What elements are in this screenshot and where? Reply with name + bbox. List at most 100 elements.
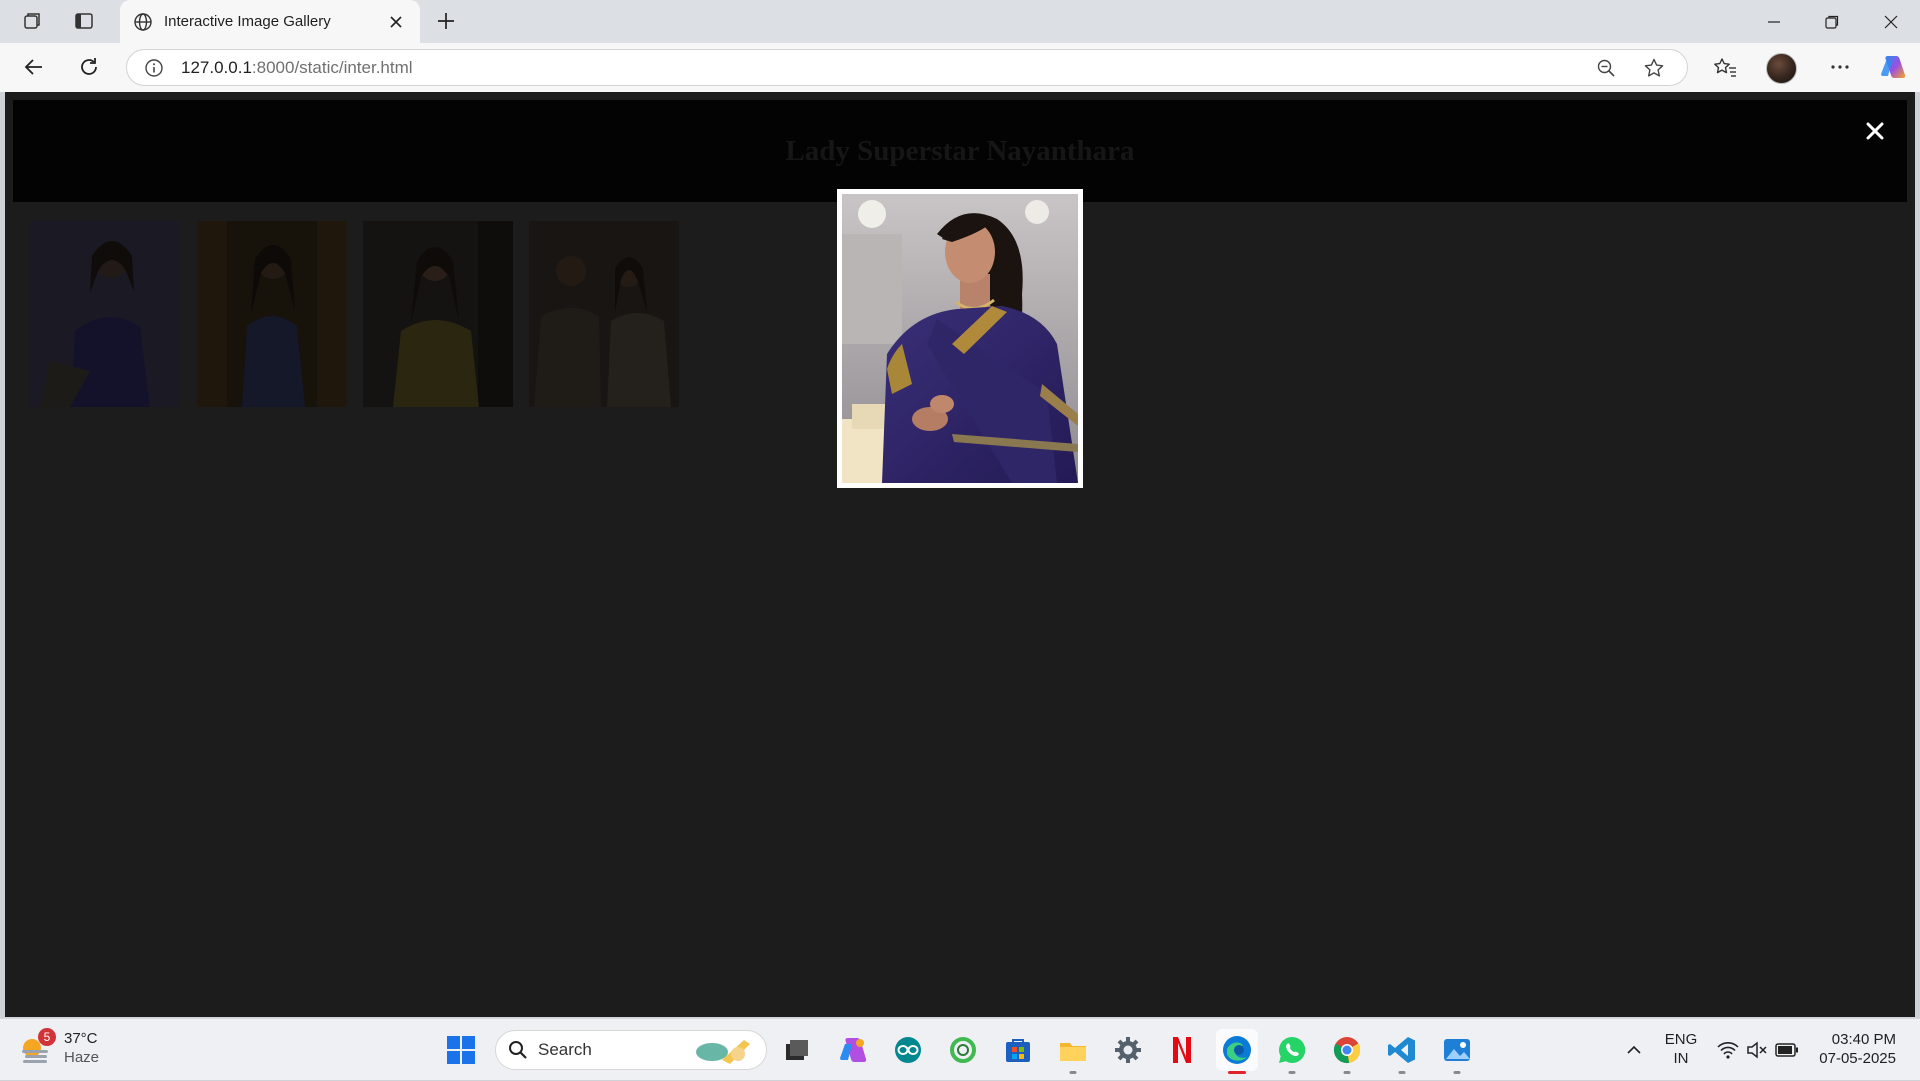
weather-widget[interactable]: 5 37°C Haze xyxy=(18,1028,100,1067)
volume-muted-icon xyxy=(1747,1041,1767,1059)
windows-taskbar: 5 37°C Haze Search ENG IN 03:40 PM 07-05… xyxy=(0,1018,1920,1080)
taskbar-file-explorer[interactable] xyxy=(1052,1029,1094,1074)
page-viewport: Lady Superstar Nayanthara xyxy=(5,92,1915,1017)
running-indicator xyxy=(1069,1071,1077,1074)
tab-close-button[interactable] xyxy=(384,10,408,34)
taskbar-copilot[interactable] xyxy=(832,1029,874,1071)
zoom-out-button[interactable] xyxy=(1589,53,1623,83)
refresh-button[interactable] xyxy=(71,50,107,84)
favorite-star-button[interactable] xyxy=(1637,53,1671,83)
search-highlight-icon xyxy=(696,1040,750,1064)
whatsapp-icon xyxy=(1279,1036,1306,1063)
star-icon xyxy=(1644,58,1664,77)
taskbar-whatsapp[interactable] xyxy=(1271,1029,1313,1074)
wifi-icon xyxy=(1717,1042,1739,1059)
show-hidden-icons-button[interactable] xyxy=(1618,1019,1650,1081)
lightbox-image-frame xyxy=(837,189,1083,488)
restore-button[interactable] xyxy=(1803,0,1861,43)
start-button[interactable] xyxy=(440,1029,482,1071)
running-indicator xyxy=(1288,1071,1296,1074)
new-tab-button[interactable] xyxy=(430,6,462,36)
url-text[interactable]: 127.0.0.1:8000/static/inter.html xyxy=(181,58,1575,78)
plus-icon xyxy=(438,13,454,29)
store-icon xyxy=(1006,1039,1030,1062)
more-icon xyxy=(1831,65,1849,69)
gallery-thumbnail-3[interactable] xyxy=(363,221,513,407)
weather-badge: 5 xyxy=(38,1028,56,1046)
settings-icon xyxy=(1115,1037,1141,1063)
tab-actions-icon xyxy=(75,13,93,29)
weather-temperature: 37°C xyxy=(64,1030,98,1047)
battery-status[interactable] xyxy=(1772,1019,1802,1081)
taskbar-photos[interactable] xyxy=(1436,1029,1478,1074)
ring-icon xyxy=(950,1037,976,1063)
volume-status[interactable] xyxy=(1743,1019,1771,1081)
lightbox-close-button[interactable] xyxy=(1858,114,1892,148)
search-icon xyxy=(509,1041,527,1059)
tab-title: Interactive Image Gallery xyxy=(164,13,331,30)
system-clock[interactable]: 03:40 PM 07-05-2025 xyxy=(1810,1030,1896,1068)
taskbar-search[interactable]: Search xyxy=(495,1030,767,1070)
address-bar[interactable]: 127.0.0.1:8000/static/inter.html xyxy=(126,49,1688,86)
files-icon xyxy=(1060,1043,1086,1061)
zoom-out-icon xyxy=(1597,59,1615,77)
vscode-icon xyxy=(1388,1037,1415,1063)
favorites-icon xyxy=(1714,58,1736,77)
taskbar-edge[interactable] xyxy=(1216,1029,1258,1074)
photos-icon xyxy=(1444,1039,1470,1061)
copilot-icon xyxy=(840,1038,867,1062)
taskbar-app-ring[interactable] xyxy=(942,1029,984,1071)
wifi-status[interactable] xyxy=(1714,1019,1742,1081)
windows-start-icon xyxy=(447,1036,475,1064)
globe-icon xyxy=(132,11,154,33)
copilot-icon xyxy=(1881,56,1906,78)
back-button[interactable] xyxy=(16,50,52,84)
taskbar-chrome[interactable] xyxy=(1326,1029,1368,1074)
url-path: :8000/static/inter.html xyxy=(251,57,413,77)
favorites-button[interactable] xyxy=(1707,50,1743,84)
chevron-up-icon xyxy=(1627,1045,1641,1054)
running-indicator xyxy=(1343,1071,1351,1074)
chrome-icon xyxy=(1333,1037,1361,1064)
minimize-button[interactable] xyxy=(1745,0,1803,43)
language-code: ENG xyxy=(1664,1031,1698,1048)
taskbar-task-view[interactable] xyxy=(776,1029,818,1071)
taskbar-settings[interactable] xyxy=(1107,1029,1149,1071)
battery-icon xyxy=(1775,1043,1798,1057)
more-button[interactable] xyxy=(1822,50,1858,84)
weather-icon: 5 xyxy=(18,1028,56,1066)
language-indicator[interactable]: ENG IN xyxy=(1660,1030,1702,1068)
gallery-thumbnail-4[interactable] xyxy=(529,221,679,407)
tab-actions-button[interactable] xyxy=(67,6,101,36)
search-label: Search xyxy=(538,1040,592,1059)
gallery-thumbnail-1[interactable] xyxy=(30,221,180,407)
active-tab[interactable]: Interactive Image Gallery xyxy=(120,0,420,43)
arduino-icon xyxy=(895,1037,921,1063)
taskbar-vscode[interactable] xyxy=(1381,1029,1423,1074)
running-indicator xyxy=(1398,1071,1406,1074)
refresh-icon xyxy=(81,58,97,75)
minimize-icon xyxy=(1768,20,1780,23)
running-indicator xyxy=(1453,1071,1461,1074)
profile-avatar[interactable] xyxy=(1766,53,1797,84)
back-icon xyxy=(24,59,42,75)
edge-icon xyxy=(1223,1036,1251,1064)
info-icon[interactable] xyxy=(143,57,165,79)
netflix-icon xyxy=(1173,1037,1191,1063)
taskbar-store[interactable] xyxy=(997,1029,1039,1071)
restore-icon xyxy=(1825,15,1839,29)
url-host: 127.0.0.1 xyxy=(181,57,252,77)
browser-toolbar: 127.0.0.1:8000/static/inter.html xyxy=(0,43,1920,92)
taskbar-arduino[interactable] xyxy=(887,1029,929,1071)
weather-condition: Haze xyxy=(64,1049,100,1066)
window-close-icon xyxy=(1884,15,1898,28)
gallery-thumbnail-2[interactable] xyxy=(197,221,347,407)
close-icon xyxy=(1866,122,1884,140)
copilot-button[interactable] xyxy=(1875,50,1911,84)
clock-time: 03:40 PM xyxy=(1831,1031,1896,1048)
window-close-button[interactable] xyxy=(1862,0,1920,43)
workspaces-button[interactable] xyxy=(15,6,49,36)
active-indicator xyxy=(1228,1071,1246,1074)
close-icon xyxy=(390,15,402,28)
taskbar-netflix[interactable] xyxy=(1161,1029,1203,1071)
